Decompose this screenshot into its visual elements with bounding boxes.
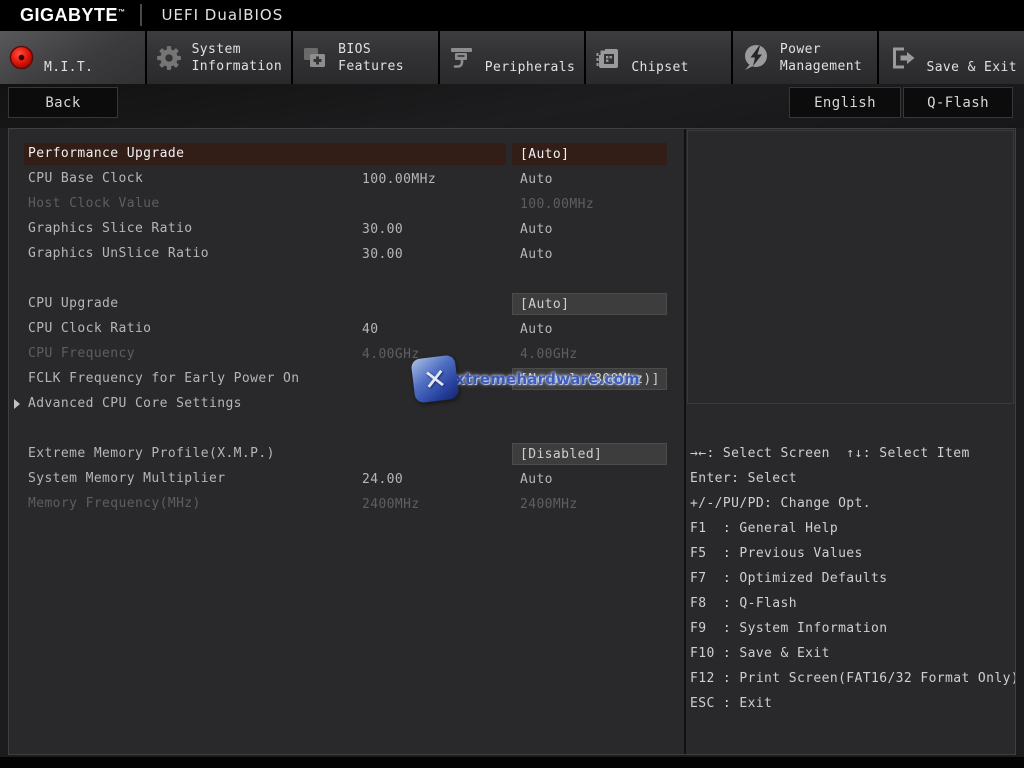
setting-label: CPU Clock Ratio [28,321,152,336]
bottom-strip [0,757,1024,768]
qflash-button[interactable]: Q-Flash [903,87,1013,118]
trademark-symbol: ™ [118,8,126,16]
setting-option-value[interactable]: [Disabled] [512,443,667,465]
setting-option-value[interactable]: 2400MHz [512,493,667,515]
setting-current-value: 2400MHz [362,497,420,512]
firmware-title: UEFI DualBIOS [161,6,284,24]
setting-current-value: 24.00 [362,472,404,487]
setting-current-value: 30.00 [362,222,404,237]
watermark: ✕ xtremehardware.com [410,354,640,404]
folders-plus-icon [304,47,326,67]
key-legend-line: F12 : Print Screen(FAT16/32 Format Only) [690,671,1015,686]
setting-option-value[interactable]: Auto [512,218,667,240]
setting-current-value: 30.00 [362,247,404,262]
settings-list: Performance Upgrade [Auto] CPU Base Cloc… [9,129,684,754]
key-legend-line: Enter: Select [690,471,797,486]
settings-row[interactable]: Memory Frequency(MHz) 2400MHz 2400MHz [9,492,684,517]
exit-door-icon [893,47,915,68]
setting-label: Performance Upgrade [24,143,506,165]
top-bar: GIGABYTE™ UEFI DualBIOS [0,0,1024,30]
peripheral-device-icon [450,47,472,68]
setting-option-value[interactable]: Auto [512,168,667,190]
record-dot-icon [9,45,34,70]
setting-label: Graphics Slice Ratio [28,221,193,236]
setting-label: Host Clock Value [28,196,160,211]
setting-label: Extreme Memory Profile(X.M.P.) [28,446,275,461]
key-legend-line: ESC : Exit [690,696,773,711]
tab-label: Peripherals [484,60,576,75]
key-legend-line: +/-/PU/PD: Change Opt. [690,496,871,511]
key-legend-line: F10 : Save & Exit [690,646,830,661]
setting-option-value[interactable]: Auto [512,318,667,340]
setting-option-value[interactable]: [Auto] [512,293,667,315]
logo-divider [139,4,142,26]
chip-icon [596,48,619,68]
setting-current-value: 4.00GHz [362,347,420,362]
bios-screen: GIGABYTE™ UEFI DualBIOS M.I.T. System In… [0,0,1024,768]
tab-chipset[interactable]: Chipset [586,31,731,84]
settings-row[interactable]: Host Clock Value 100.00MHz [9,192,684,217]
settings-row[interactable]: CPU Upgrade [Auto] [9,292,684,317]
row-spacer [9,417,684,442]
setting-option-value[interactable]: [Auto] [512,143,667,165]
tab-label: Power Management [779,41,863,74]
tab-label: System Information [191,41,283,74]
tab-peripherals[interactable]: Peripherals [439,31,585,84]
tab-label: Save & Exit [926,60,1017,75]
watermark-x-icon: ✕ [410,354,460,404]
setting-label: System Memory Multiplier [28,471,226,486]
gear-icon [156,45,181,70]
key-legend-line: F1 : General Help [690,521,839,536]
setting-current-value: 40 [362,322,379,337]
tab-bar: M.I.T. System Information BIOS Features … [0,30,1024,84]
tab-bios-features[interactable]: BIOS Features [293,31,438,84]
tab-power-management[interactable]: Power Management [732,31,878,84]
key-legend-line: F8 : Q-Flash [690,596,797,611]
settings-row[interactable]: Performance Upgrade [Auto] [9,142,684,167]
setting-option-value[interactable]: Auto [512,468,667,490]
back-button[interactable]: Back [8,87,118,118]
settings-row[interactable]: CPU Clock Ratio 40 Auto [9,317,684,342]
tab-label: BIOS Features [338,41,404,74]
settings-row[interactable]: Graphics Slice Ratio 30.00 Auto [9,217,684,242]
tab-label: Chipset [631,60,689,75]
settings-row[interactable]: Extreme Memory Profile(X.M.P.) [Disabled… [9,442,684,467]
settings-row[interactable]: CPU Base Clock 100.00MHz Auto [9,167,684,192]
key-legend-line: F9 : System Information [690,621,888,636]
gigabyte-logo: GIGABYTE™ [20,4,126,25]
item-help-description-box [687,130,1014,404]
tab-system-information[interactable]: System Information [146,31,292,84]
key-legend-line: F5 : Previous Values [690,546,863,561]
setting-option-value[interactable]: 100.00MHz [512,193,667,215]
toolbar-row: Back English Q-Flash [0,84,1024,128]
help-panel: →←: Select Screen ↑↓: Select Item Enter: … [684,129,1015,754]
row-spacer [9,267,684,292]
key-legend-line: F7 : Optimized Defaults [690,571,888,586]
watermark-text: xtremehardware.com [455,370,640,388]
submenu-arrow-icon [14,399,20,409]
setting-label: CPU Upgrade [28,296,119,311]
settings-row[interactable]: System Memory Multiplier 24.00 Auto [9,467,684,492]
key-legend: →←: Select Screen ↑↓: Select Item Enter: … [686,403,1015,716]
setting-label: Graphics UnSlice Ratio [28,246,209,261]
setting-label: Memory Frequency(MHz) [28,496,201,511]
tab-mit[interactable]: M.I.T. [0,31,145,84]
setting-current-value: 100.00MHz [362,172,437,187]
setting-option-value[interactable]: Auto [512,243,667,265]
tab-save-exit[interactable]: Save & Exit [879,31,1024,84]
tab-label: M.I.T. [44,60,94,75]
main-content-box: Performance Upgrade [Auto] CPU Base Cloc… [8,128,1016,755]
lightning-icon [744,44,767,70]
settings-row[interactable]: Graphics UnSlice Ratio 30.00 Auto [9,242,684,267]
language-button[interactable]: English [789,87,901,118]
key-legend-line: →←: Select Screen ↑↓: Select Item [690,446,970,461]
